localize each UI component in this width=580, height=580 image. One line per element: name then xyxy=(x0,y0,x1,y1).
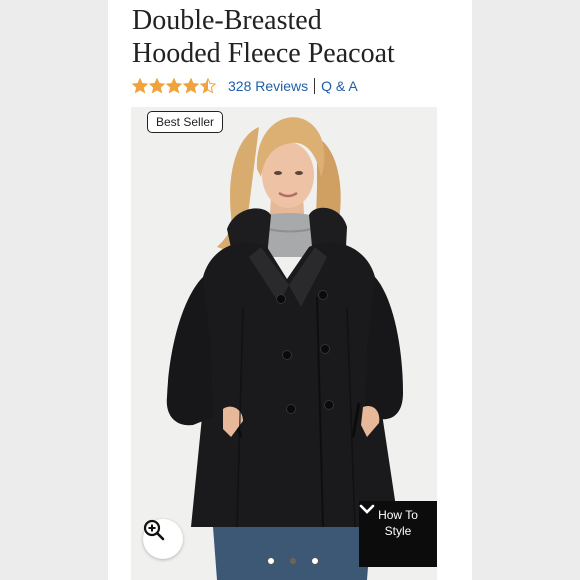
carousel-dots xyxy=(267,557,319,565)
carousel-dot[interactable] xyxy=(267,557,275,565)
zoom-button[interactable] xyxy=(143,519,183,559)
star-rating xyxy=(132,78,216,94)
product-image[interactable]: Best Seller How To Style xyxy=(131,107,437,580)
qa-link[interactable]: Q & A xyxy=(321,78,358,94)
carousel-dot[interactable] xyxy=(289,557,297,565)
right-background xyxy=(472,0,580,580)
carousel-dot[interactable] xyxy=(311,557,319,565)
product-title: Double-Breasted Hooded Fleece Peacoat xyxy=(132,4,395,70)
how-to-style-button[interactable]: How To Style xyxy=(359,501,437,567)
zoom-in-icon xyxy=(143,519,165,541)
star-icon xyxy=(183,78,199,94)
divider xyxy=(314,78,316,94)
reviews-link[interactable]: 328 Reviews xyxy=(228,78,308,94)
rating-row: 328 Reviews Q & A xyxy=(132,76,358,96)
chevron-down-icon xyxy=(359,504,375,514)
product-title-line2: Hooded Fleece Peacoat xyxy=(132,38,395,69)
product-title-line1: Double-Breasted xyxy=(132,5,322,36)
star-icon xyxy=(166,78,182,94)
best-seller-badge: Best Seller xyxy=(147,111,224,133)
how-to-style-line1: How To xyxy=(378,508,418,522)
star-icon xyxy=(132,78,148,94)
star-icon xyxy=(149,78,165,94)
product-page: Double-Breasted Hooded Fleece Peacoat 32… xyxy=(108,0,472,580)
star-icon xyxy=(200,78,216,94)
left-background xyxy=(0,0,108,580)
how-to-style-line2: Style xyxy=(384,524,412,538)
